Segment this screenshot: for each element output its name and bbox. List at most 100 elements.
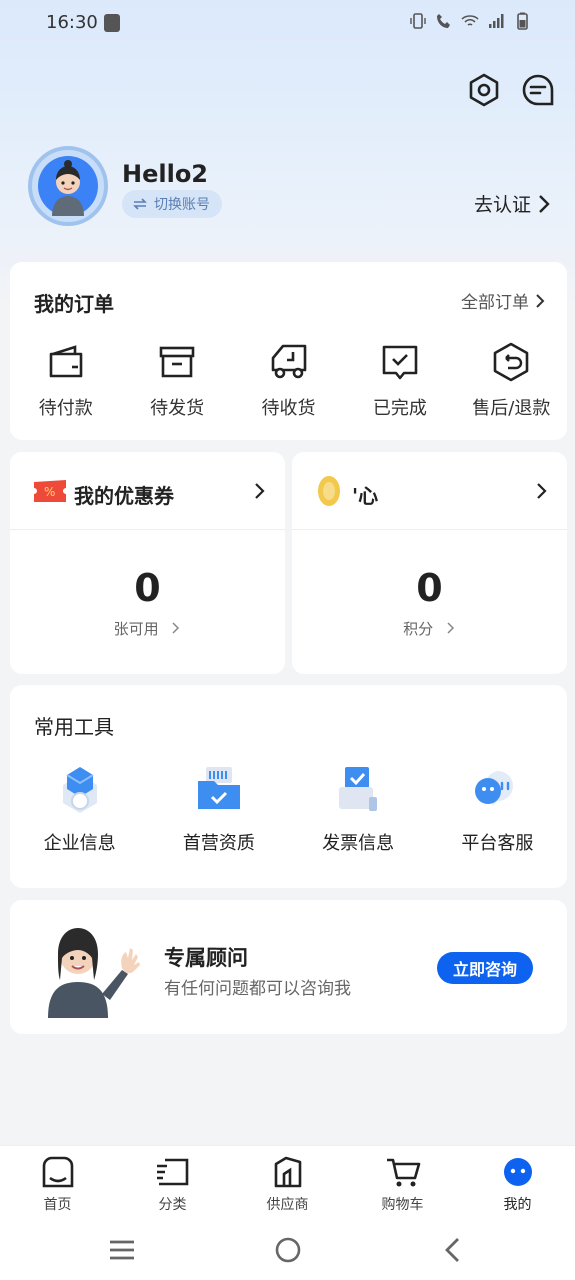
- check-message-icon: [382, 345, 418, 380]
- battery-icon: [517, 12, 528, 30]
- tool-customer-service[interactable]: 平台客服: [428, 763, 567, 855]
- customer-service-icon: [475, 771, 514, 806]
- status-icons: [409, 12, 531, 30]
- tool-invoice-info[interactable]: 发票信息: [289, 763, 428, 855]
- nav-supplier[interactable]: 供应商: [230, 1146, 345, 1220]
- chevron-right-icon: [537, 483, 547, 499]
- order-label: 待付款: [38, 398, 93, 419]
- category-icon: [156, 1158, 188, 1186]
- home-circle-icon[interactable]: [272, 1234, 304, 1266]
- profile-icon: [503, 1158, 532, 1186]
- chevron-right-icon: [447, 622, 454, 634]
- orders-title: 我的订单: [34, 292, 114, 316]
- avatar-image: [38, 156, 98, 216]
- points-header: '心: [292, 452, 567, 530]
- points-card[interactable]: '心 0 积分: [292, 452, 567, 674]
- tool-enterprise-info[interactable]: 企业信息: [10, 763, 149, 855]
- order-pending-shipment[interactable]: 待发货: [121, 342, 232, 420]
- coupon-sub-label: 张可用: [113, 620, 159, 638]
- coupon-ticket-icon: %: [34, 480, 66, 502]
- advisor-card: 专属顾问 有任何问题都可以咨询我 立即咨询: [10, 900, 567, 1034]
- chevron-right-icon: [172, 622, 180, 634]
- tool-label: 平台客服: [461, 833, 534, 854]
- coupon-card[interactable]: % 我的优惠券 0 张可用: [10, 452, 285, 674]
- nav-label: 我的: [503, 1197, 532, 1213]
- nav-label: 分类: [158, 1197, 187, 1213]
- nav-label: 购物车: [381, 1197, 424, 1213]
- system-nav-bar: [0, 1220, 575, 1280]
- orders-card: 我的订单 全部订单 待付款 待发货 待收货 已完成 售后/退款: [10, 262, 567, 440]
- messages-button[interactable]: [520, 72, 556, 108]
- points-sub: 积分: [292, 618, 567, 639]
- points-sub-label: 积分: [403, 620, 434, 638]
- status-time: 16:30: [46, 12, 98, 33]
- verify-link[interactable]: 去认证: [474, 190, 551, 217]
- settings-icon: [469, 73, 499, 107]
- order-label: 待发货: [150, 398, 205, 419]
- nav-cart[interactable]: 购物车: [345, 1146, 460, 1220]
- status-bar: 16:30: [0, 0, 575, 48]
- order-label: 售后/退款: [472, 398, 551, 419]
- notification-app-icon: [104, 14, 120, 32]
- chevron-right-icon: [539, 194, 550, 213]
- bottom-nav: 首页 分类 供应商 购物车 我的: [0, 1145, 575, 1220]
- points-count: 0: [416, 566, 443, 610]
- wallet-icon: [49, 345, 83, 378]
- order-after-sales[interactable]: 售后/退款: [456, 342, 567, 420]
- all-orders-link[interactable]: 全部订单: [461, 288, 545, 313]
- tools-card: 常用工具 企业信息 首营资质 发票信息 平台客服: [10, 685, 567, 888]
- call-icon: [437, 14, 450, 28]
- coupon-sub: 张可用: [10, 618, 285, 639]
- vibrate-icon: [410, 13, 426, 29]
- order-pending-receipt[interactable]: 待收货: [233, 342, 344, 420]
- order-status-row: 待付款 待发货 待收货 已完成 售后/退款: [10, 342, 567, 420]
- tools-row: 企业信息 首营资质 发票信息 平台客服: [10, 763, 567, 855]
- supplier-icon: [274, 1156, 301, 1188]
- nav-label: 首页: [43, 1197, 72, 1213]
- tool-label: 发票信息: [322, 833, 395, 854]
- avatar[interactable]: [28, 146, 108, 226]
- switch-icon: [133, 198, 147, 210]
- order-completed[interactable]: 已完成: [344, 342, 455, 420]
- advisor-subtitle: 有任何问题都可以咨询我: [164, 979, 351, 999]
- settings-button[interactable]: [466, 72, 502, 108]
- username: Hello2: [122, 160, 209, 188]
- cart-icon: [386, 1158, 420, 1187]
- nav-home[interactable]: 首页: [0, 1146, 115, 1220]
- tool-label: 企业信息: [43, 833, 116, 854]
- invoice-icon: [339, 767, 378, 811]
- coupon-header: % 我的优惠券: [10, 452, 285, 530]
- advisor-title: 专属顾问: [164, 946, 248, 970]
- switch-account-label: 切换账号: [154, 197, 210, 213]
- enterprise-icon: [62, 767, 97, 813]
- qualification-icon: [197, 767, 240, 809]
- chevron-right-icon: [536, 293, 545, 308]
- order-label: 已完成: [372, 398, 427, 419]
- truck-icon: [271, 344, 306, 379]
- box-icon: [159, 346, 195, 378]
- advisor-avatar: [48, 928, 140, 1018]
- home-icon: [42, 1156, 73, 1188]
- menu-icon[interactable]: [106, 1234, 138, 1266]
- order-label: 待收货: [261, 398, 316, 419]
- chevron-right-icon: [255, 483, 265, 499]
- consult-now-button[interactable]: 立即咨询: [436, 952, 533, 984]
- all-orders-label: 全部订单: [461, 293, 529, 313]
- nav-category[interactable]: 分类: [115, 1146, 230, 1220]
- points-title: '心: [352, 484, 379, 508]
- wifi-icon: [461, 15, 479, 26]
- refund-icon: [494, 342, 529, 382]
- coin-icon: [318, 476, 340, 506]
- switch-account-button[interactable]: 切换账号: [122, 190, 222, 218]
- signal-icon: [489, 14, 504, 28]
- tool-label: 首营资质: [182, 833, 255, 854]
- order-pending-payment[interactable]: 待付款: [10, 342, 121, 420]
- message-icon: [522, 74, 554, 106]
- tool-qualification[interactable]: 首营资质: [149, 763, 288, 855]
- tools-title: 常用工具: [34, 715, 114, 739]
- back-icon[interactable]: [438, 1234, 470, 1266]
- svg-text:%: %: [44, 485, 55, 499]
- coupon-title: 我的优惠券: [74, 484, 174, 508]
- nav-profile[interactable]: 我的: [460, 1146, 575, 1220]
- verify-label: 去认证: [473, 194, 531, 216]
